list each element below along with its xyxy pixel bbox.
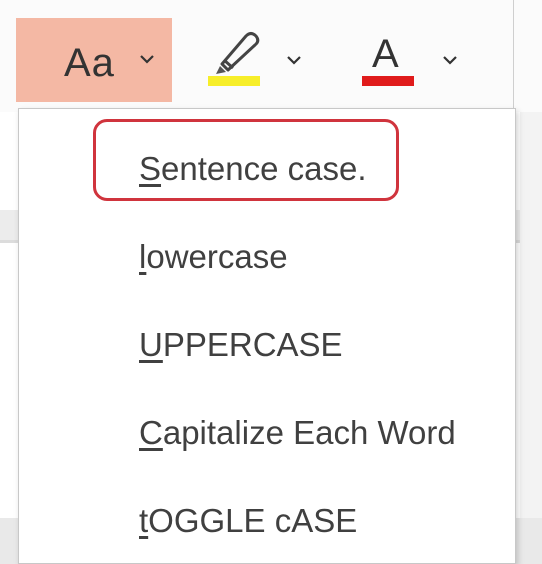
document-margin (520, 112, 542, 564)
font-color-letter: A (372, 32, 399, 76)
menu-item-label: Capitalize Each Word (139, 414, 456, 451)
highlighter-icon (206, 28, 262, 81)
change-case-label: Aa (64, 41, 115, 85)
menu-item-label: UPPERCASE (139, 326, 343, 363)
chevron-down-icon[interactable] (442, 54, 458, 66)
font-color-swatch (362, 76, 414, 86)
font-color-button[interactable]: A (352, 26, 476, 92)
menu-item-toggle-case[interactable]: tOGGLE cASE (19, 483, 515, 563)
ribbon-divider (513, 0, 514, 108)
change-case-button[interactable]: Aa (16, 18, 172, 102)
menu-item-capitalize-each-word[interactable]: Capitalize Each Word (19, 395, 515, 475)
change-case-menu: Sentence case. lowercase UPPERCASE Capit… (18, 108, 516, 564)
highlight-color-swatch (208, 76, 260, 86)
menu-item-label: lowercase (139, 238, 288, 275)
menu-item-uppercase[interactable]: UPPERCASE (19, 307, 515, 387)
menu-item-lowercase[interactable]: lowercase (19, 219, 515, 299)
callout-highlight-box (93, 119, 399, 201)
chevron-down-icon (139, 53, 155, 65)
text-highlight-color-button[interactable] (198, 26, 322, 92)
chevron-down-icon[interactable] (286, 54, 302, 66)
menu-item-label: tOGGLE cASE (139, 502, 358, 539)
